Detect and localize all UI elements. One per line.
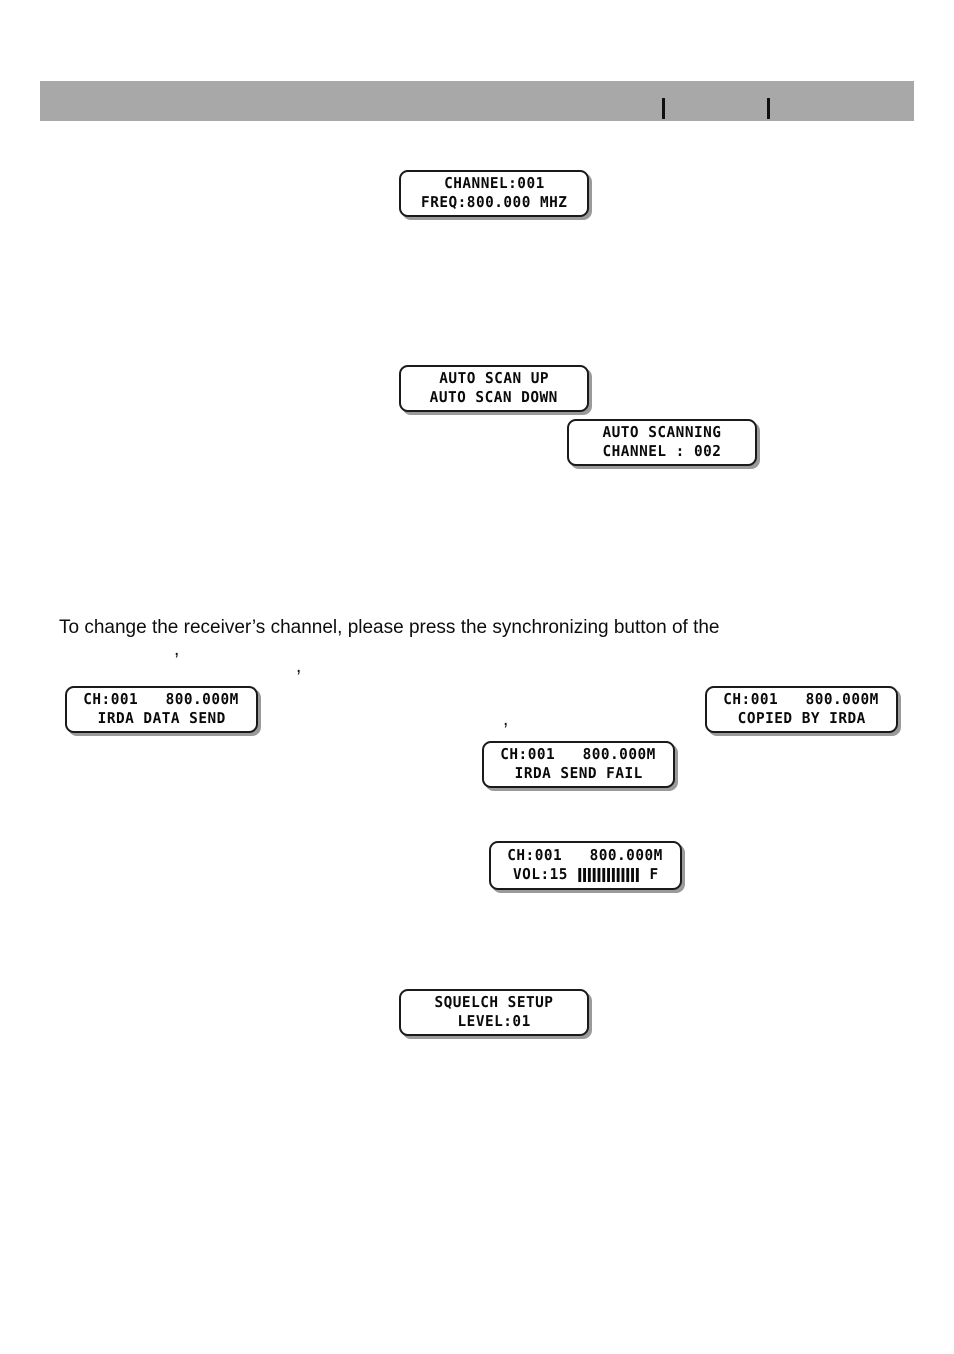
- volume-level-label: VOL:15: [512, 865, 568, 883]
- lcd-line-1: CHANNEL:001: [443, 174, 545, 192]
- lcd-line-2: IRDA DATA SEND: [97, 709, 226, 727]
- lcd-line-1: CH:001 800.000M: [507, 846, 664, 864]
- scan-artifact-comma-3: ,: [503, 709, 509, 730]
- header-tick-mark-right: [767, 98, 770, 119]
- header-tick-mark-left: [662, 98, 665, 119]
- lcd-line-1: AUTO SCANNING: [602, 423, 722, 441]
- volume-level-display: CH:001 800.000M VOL:15 F: [489, 841, 682, 890]
- auto-scanning-progress-display: AUTO SCANNING CHANNEL : 002: [567, 419, 757, 466]
- irda-data-send-display: CH:001 800.000M IRDA DATA SEND: [65, 686, 258, 733]
- lcd-line-2: IRDA SEND FAIL: [514, 764, 643, 782]
- lcd-line-2: VOL:15 F: [513, 865, 659, 884]
- instruction-paragraph: To change the receiver’s channel, please…: [59, 617, 720, 638]
- volume-full-indicator: F: [649, 865, 659, 883]
- irda-send-fail-display: CH:001 800.000M IRDA SEND FAIL: [482, 741, 675, 788]
- lcd-line-2: LEVEL:01: [457, 1012, 531, 1030]
- auto-scan-menu-display: AUTO SCAN UP AUTO SCAN DOWN: [399, 365, 589, 412]
- lcd-line-1: CH:001 800.000M: [723, 690, 880, 708]
- lcd-line-1: AUTO SCAN UP: [439, 369, 549, 387]
- lcd-line-2: CHANNEL : 002: [602, 442, 722, 460]
- lcd-line-2: FREQ:800.000 MHZ: [420, 193, 568, 211]
- lcd-line-1: SQUELCH SETUP: [434, 993, 554, 1011]
- squelch-setup-display: SQUELCH SETUP LEVEL:01: [399, 989, 589, 1036]
- volume-bar-graph: [578, 867, 639, 882]
- lcd-line-2: COPIED BY IRDA: [737, 709, 866, 727]
- scan-artifact-comma-1: ,: [174, 639, 180, 660]
- page-header-bar: [40, 81, 914, 121]
- lcd-line-2: AUTO SCAN DOWN: [429, 388, 559, 406]
- scan-artifact-comma-2: ,: [296, 656, 302, 677]
- irda-copied-display: CH:001 800.000M COPIED BY IRDA: [705, 686, 898, 733]
- lcd-line-1: CH:001 800.000M: [500, 745, 657, 763]
- channel-frequency-display: CHANNEL:001 FREQ:800.000 MHZ: [399, 170, 589, 217]
- lcd-line-1: CH:001 800.000M: [83, 690, 240, 708]
